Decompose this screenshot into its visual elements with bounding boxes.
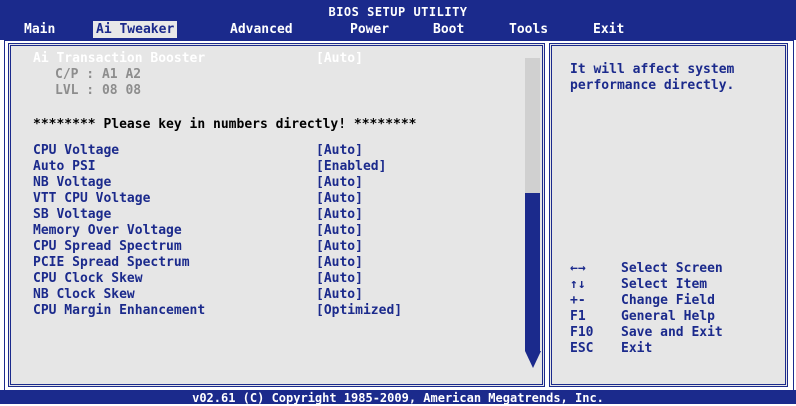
ai-transaction-booster-value[interactable]: [Auto] <box>316 51 363 66</box>
key-desc-save-exit: Save and Exit <box>621 325 723 340</box>
setting-label[interactable]: CPU Margin Enhancement <box>33 303 205 318</box>
lvl-readout: LVL : 08 08 <box>55 83 142 98</box>
scrollbar-thumb[interactable] <box>525 193 540 351</box>
setting-label[interactable]: Auto PSI <box>33 159 96 174</box>
menu-tools[interactable]: Tools <box>509 21 548 38</box>
setting-value[interactable]: [Auto] <box>316 239 363 254</box>
setting-value[interactable]: [Optimized] <box>316 303 402 318</box>
setting-label[interactable]: SB Voltage <box>33 207 111 222</box>
ai-transaction-booster-label[interactable]: Ai Transaction Booster <box>33 51 205 66</box>
setting-label[interactable]: CPU Spread Spectrum <box>33 239 182 254</box>
key-desc-general-help: General Help <box>621 309 715 324</box>
setting-value[interactable]: [Auto] <box>316 143 363 158</box>
help-text-line1: It will affect system <box>570 62 735 77</box>
setting-label[interactable]: CPU Voltage <box>33 143 119 158</box>
menu-ai-tweaker[interactable]: Ai Tweaker <box>93 21 178 38</box>
key-f10: F10 <box>570 325 594 340</box>
cp-readout: C/P : A1 A2 <box>55 67 142 82</box>
setting-value[interactable]: [Auto] <box>316 255 363 270</box>
setting-label[interactable]: PCIE Spread Spectrum <box>33 255 190 270</box>
key-left-right-arrows-icon: ←→ <box>570 261 586 276</box>
scroll-down-arrow-icon[interactable] <box>525 351 541 368</box>
key-desc-select-item: Select Item <box>621 277 708 292</box>
setting-value[interactable]: [Auto] <box>316 223 363 238</box>
bios-title: BIOS SETUP UTILITY <box>328 5 468 19</box>
menu-boot[interactable]: Boot <box>433 21 464 38</box>
key-esc: ESC <box>570 341 594 356</box>
key-desc-exit: Exit <box>621 341 653 356</box>
setting-label[interactable]: VTT CPU Voltage <box>33 191 150 206</box>
menu-exit[interactable]: Exit <box>593 21 624 38</box>
setting-label[interactable]: CPU Clock Skew <box>33 271 143 286</box>
setting-label[interactable]: NB Clock Skew <box>33 287 135 302</box>
setting-value[interactable]: [Enabled] <box>316 159 386 174</box>
menu-advanced[interactable]: Advanced <box>230 21 293 38</box>
key-plus-minus: +- <box>570 293 586 308</box>
setting-label[interactable]: Memory Over Voltage <box>33 223 182 238</box>
key-desc-change-field: Change Field <box>621 293 715 308</box>
setting-value[interactable]: [Auto] <box>316 207 363 222</box>
menu-main[interactable]: Main <box>24 21 55 38</box>
help-text-line2: performance directly. <box>570 78 735 93</box>
menu-power[interactable]: Power <box>350 21 389 38</box>
key-f1: F1 <box>570 309 586 324</box>
setting-value[interactable]: [Auto] <box>316 271 363 286</box>
key-up-down-arrows-icon: ↑↓ <box>570 277 586 292</box>
setting-value[interactable]: [Auto] <box>316 287 363 302</box>
setting-value[interactable]: [Auto] <box>316 175 363 190</box>
key-desc-select-screen: Select Screen <box>621 261 723 276</box>
notice-text: ******** Please key in numbers directly!… <box>33 117 417 132</box>
setting-value[interactable]: [Auto] <box>316 191 363 206</box>
setting-label[interactable]: NB Voltage <box>33 175 111 190</box>
